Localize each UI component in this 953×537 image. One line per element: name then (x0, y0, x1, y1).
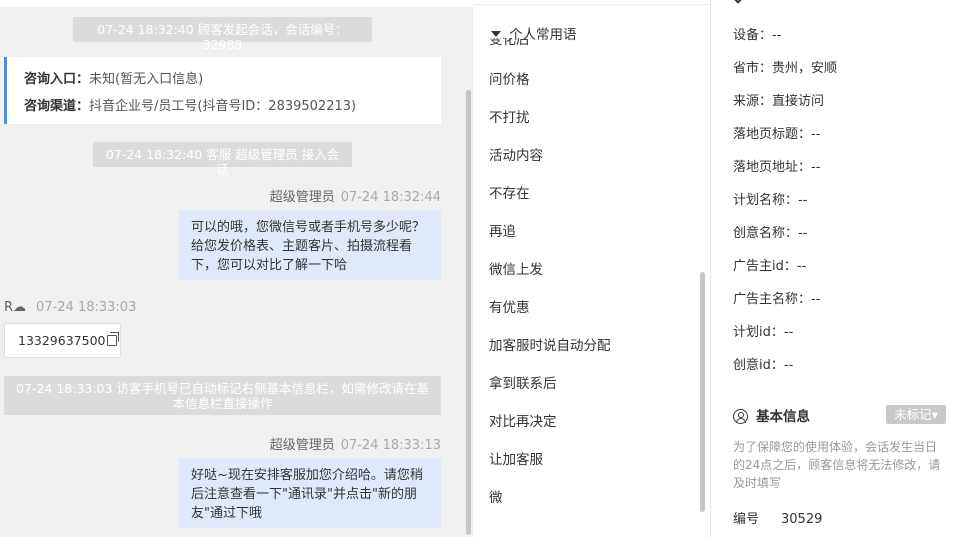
phrase-item[interactable]: 微信上发 (489, 258, 543, 278)
visitor-message-header: R☁ 07-24 18:33:03 (4, 300, 136, 315)
user-icon (733, 409, 748, 424)
phrase-group-title: 个人常用语 (509, 27, 577, 43)
copy-icon[interactable] (107, 332, 120, 346)
chat-panel: 07-24 18:32:40 顾客发起会话，会话编号：32988 咨询入口：未知… (0, 0, 473, 537)
phrase-item[interactable]: 问价格 (489, 68, 530, 88)
edit-notice: 为了保障您的使用体验，会话发生当日的24点之后，顾客信息将无法修改，请及时填写 (733, 440, 941, 490)
chevron-down-icon[interactable] (732, 0, 744, 4)
phrase-item[interactable]: 微 (489, 486, 503, 506)
agent-message-header: 超级管理员 07-24 18:32:44 (270, 186, 441, 205)
consult-entry-value: 未知(暂无入口信息) (89, 72, 204, 87)
phrase-item[interactable]: 加客服时说自动分配 (489, 334, 611, 354)
agent-message-bubble: 可以的哦，您微信号或者手机号多少呢？给您发价格表、主题客片、拍摄流程看下，您可以… (179, 210, 441, 280)
message-timestamp: 07-24 18:33:13 (340, 438, 441, 453)
phrase-item[interactable]: 不打扰 (489, 106, 530, 126)
chat-scrollbar[interactable] (466, 90, 471, 535)
consult-entry-label: 咨询入口： (24, 72, 90, 87)
phrase-item[interactable]: 活动内容 (489, 144, 543, 164)
caret-down-icon (491, 31, 501, 37)
field-landing-url: 落地页地址：-- (733, 160, 821, 175)
phrase-item[interactable]: 再追 (489, 220, 516, 240)
customer-number-row: 编号 30529 (733, 508, 822, 527)
consult-channel-label: 咨询渠道： (24, 99, 90, 114)
field-landing-title: 落地页标题：-- (733, 127, 821, 142)
field-device: 设备：-- (733, 28, 782, 43)
consult-info-card: 咨询入口：未知(暂无入口信息) 咨询渠道：抖音企业号/员工号(抖音号ID：283… (4, 57, 441, 124)
agent-name: 超级管理员 (269, 190, 335, 205)
field-plan-name: 计划名称：-- (733, 193, 808, 208)
agent-message-bubble: 好哒~现在安排客服加您介绍哈。请您稍后注意查看一下"通讯录"并点击"新的朋友"通… (179, 458, 441, 528)
system-message-agent-join: 07-24 18:32:40 客服 超级管理员 接入会话 (93, 142, 352, 177)
phrase-scrollbar[interactable] (700, 272, 705, 512)
field-creative-id: 创意id：-- (733, 358, 794, 373)
phrase-item[interactable]: 不存在 (489, 182, 530, 202)
common-phrases-panel: 变化后 个人常用语 问价格 不打扰 活动内容 不存在 再追 微信上发 有优惠 加… (473, 0, 711, 537)
phrase-group-header[interactable]: 个人常用语 (491, 23, 577, 43)
field-province-city: 省市：贵州，安顺 (733, 61, 838, 76)
visitor-phone-number: 13329637500 (18, 333, 106, 348)
field-source: 来源：直接访问 (733, 94, 825, 109)
message-timestamp: 07-24 18:33:03 (36, 300, 137, 315)
system-message-session-start: 07-24 18:32:40 顾客发起会话，会话编号：32988 (73, 17, 372, 52)
phrase-item[interactable]: 对比再决定 (489, 410, 557, 430)
field-creative-name: 创意名称：-- (733, 226, 808, 241)
basic-info-title: 基本信息 (733, 405, 810, 425)
phrase-item[interactable]: 有优惠 (489, 296, 530, 316)
field-advertiser-id: 广告主id：-- (733, 259, 807, 274)
system-message-phone-marked: 07-24 18:33:03 访客手机号已自动标记右侧基本信息栏，如需修改请在基… (4, 376, 441, 415)
consult-channel-value: 抖音企业号/员工号(抖音号ID：2839502213) (89, 99, 357, 114)
consult-channel-row: 咨询渠道：抖音企业号/员工号(抖音号ID：2839502213) (24, 93, 441, 120)
agent-message-header: 超级管理员 07-24 18:33:13 (270, 434, 441, 453)
phrase-item[interactable]: 让加客服 (489, 448, 543, 468)
agent-name: 超级管理员 (269, 438, 335, 453)
customer-number-value: 30529 (781, 512, 823, 527)
field-advertiser-name: 广告主名称：-- (733, 292, 821, 307)
mark-status-dropdown[interactable]: 未标记▾ (886, 405, 946, 424)
consult-entry-row: 咨询入口：未知(暂无入口信息) (24, 66, 441, 93)
chat-top-band (0, 0, 473, 7)
phrase-item[interactable]: 拿到联系后 (489, 372, 557, 392)
customer-number-label: 编号 (733, 512, 760, 527)
message-timestamp: 07-24 18:32:44 (340, 190, 441, 205)
visitor-name: R☁ (4, 300, 27, 315)
visitor-phone-bubble: 13329637500 (4, 323, 121, 358)
visitor-info-panel: 设备：-- 省市：贵州，安顺 来源：直接访问 落地页标题：-- 落地页地址：--… (712, 0, 953, 537)
field-plan-id: 计划id：-- (733, 325, 794, 340)
divider (473, 4, 710, 5)
